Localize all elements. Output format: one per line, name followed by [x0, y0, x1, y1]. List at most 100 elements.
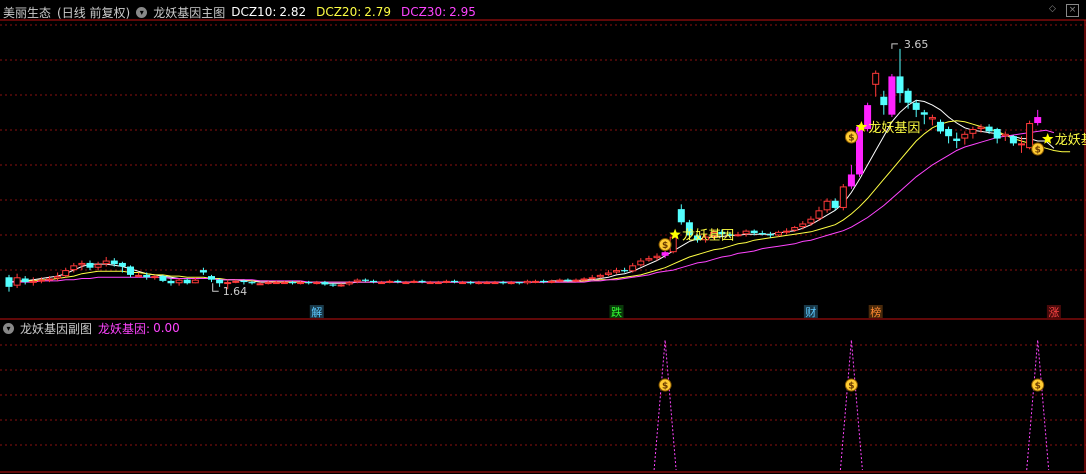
diamond-icon[interactable]: ◇	[1047, 4, 1058, 15]
candle	[426, 280, 434, 285]
money-bag-icon: $	[658, 238, 672, 252]
candle-body	[151, 276, 159, 279]
candle	[775, 230, 782, 237]
high-label: 3.65	[904, 38, 929, 51]
candle	[86, 260, 94, 271]
candle-body	[815, 210, 823, 219]
candle	[839, 184, 847, 211]
candle-body	[896, 76, 904, 94]
candle-body	[750, 230, 758, 234]
candle-body	[969, 129, 977, 134]
candle	[345, 280, 353, 286]
candle	[912, 100, 920, 118]
candle	[62, 267, 70, 278]
money-bag-glyph: $	[662, 241, 668, 251]
candle-body	[37, 279, 45, 282]
candle-body	[21, 278, 29, 283]
candle-body	[847, 174, 855, 187]
candle-body	[839, 186, 847, 208]
candle	[467, 280, 475, 285]
candle-body	[556, 279, 564, 282]
low-label: 1.64	[223, 285, 248, 298]
sub-indicator-name[interactable]: 龙妖基因副图	[20, 320, 92, 337]
candle-body	[46, 278, 53, 281]
candle	[904, 88, 912, 109]
chevron-down-icon[interactable]: ▾	[3, 322, 14, 334]
security-name[interactable]: 美丽生态	[3, 4, 51, 21]
candle-body	[143, 274, 151, 278]
candle-body	[1026, 123, 1034, 149]
candle-body	[305, 282, 313, 284]
candle-body	[272, 282, 280, 285]
candle	[742, 229, 750, 237]
candle	[410, 279, 418, 284]
candle-body	[499, 282, 507, 284]
money-bag-icon: $	[844, 378, 858, 392]
money-bag-icon: $	[1031, 142, 1045, 156]
candle	[1026, 120, 1034, 150]
candle-body	[604, 272, 612, 275]
candle-body	[280, 282, 288, 285]
candle-body	[167, 280, 175, 284]
candle	[523, 279, 531, 285]
candle	[872, 70, 880, 97]
candle	[758, 230, 766, 236]
main-indicator-name[interactable]: 龙妖基因主图	[153, 4, 225, 21]
candle-body	[264, 282, 272, 285]
candle-body	[353, 279, 361, 283]
candle	[604, 270, 612, 277]
candle	[78, 260, 86, 271]
candle	[313, 280, 321, 285]
money-bag-glyph: $	[1035, 145, 1041, 155]
dcz20-label: DCZ20:	[316, 5, 362, 19]
sub-value: 0.00	[153, 321, 180, 335]
candle-body	[378, 282, 386, 285]
event-marker-label: 涨	[1048, 306, 1059, 319]
candle	[856, 124, 863, 177]
event-marker-label: 跌	[611, 305, 622, 319]
candle	[928, 114, 936, 126]
candle-body	[491, 282, 499, 285]
candle-body	[856, 126, 863, 175]
candle-body	[102, 260, 110, 265]
candle	[475, 280, 483, 285]
candle-body	[1001, 133, 1009, 137]
candle-body	[248, 282, 256, 284]
chevron-down-icon[interactable]: ▾	[136, 6, 148, 18]
candle-body	[386, 280, 394, 283]
candle-body	[289, 282, 296, 284]
candle	[993, 127, 1001, 144]
candle	[94, 261, 102, 271]
candle	[823, 198, 831, 213]
candle-body	[418, 280, 426, 283]
money-bag-glyph: $	[1035, 382, 1041, 392]
candle-body	[661, 252, 669, 256]
candle-body	[548, 280, 556, 283]
candles	[5, 48, 1042, 292]
candle-body	[78, 262, 86, 266]
candle	[102, 256, 110, 267]
candle-body	[459, 282, 467, 285]
candle	[945, 126, 953, 144]
candle	[1001, 131, 1009, 141]
candle-body	[410, 280, 418, 283]
candle	[880, 90, 888, 115]
candle-body	[13, 277, 21, 286]
candle-body	[86, 262, 94, 268]
candle-body	[985, 126, 993, 132]
candle-body	[532, 280, 539, 283]
candle	[1009, 135, 1017, 146]
candle	[167, 278, 175, 286]
candle	[491, 280, 499, 285]
candle-body	[564, 279, 572, 281]
candle-body	[191, 279, 199, 284]
candle	[289, 280, 296, 285]
close-icon[interactable]: ×	[1066, 4, 1079, 17]
candle-body	[62, 270, 70, 277]
main-chart-header: 美丽生态 (日线 前复权) ▾ 龙妖基因主图 DCZ10: 2.82 DCZ20…	[0, 2, 482, 22]
candle-body	[135, 274, 143, 277]
candle	[394, 279, 402, 284]
candle	[588, 274, 596, 280]
candle-body	[928, 117, 936, 120]
candle-body	[451, 280, 458, 283]
